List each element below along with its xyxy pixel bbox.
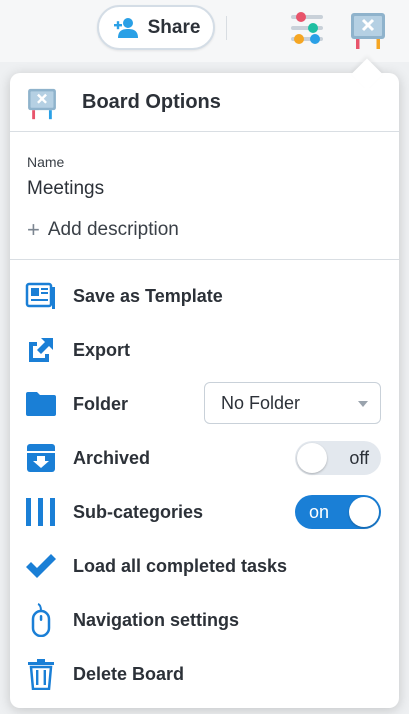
item-label: Folder [73,393,129,414]
archived-toggle[interactable]: off [295,441,381,475]
item-label: Export [73,339,131,360]
popover-header: Board Options [10,73,399,132]
trash-icon [24,657,58,691]
item-label: Archived [73,447,151,468]
folder-select-value: No Folder [221,392,301,413]
share-button[interactable]: Share [97,5,215,50]
easel-icon [28,88,56,120]
navigation-settings-item[interactable]: Navigation settings [10,598,399,642]
item-label: Save as Template [73,285,223,306]
toggle-state: on [309,501,330,522]
filters-button[interactable] [287,8,327,48]
folder-icon [24,387,58,421]
add-description-button[interactable]: + Add description [27,219,399,241]
board-options-button[interactable] [346,6,390,50]
item-label: Load all completed tasks [73,555,288,576]
folder-select[interactable]: No Folder [204,382,381,424]
subcategories-item: Sub-categories on [10,490,399,534]
toolbar-divider [226,16,227,40]
load-completed-tasks-item[interactable]: Load all completed tasks [10,544,399,588]
top-toolbar: Share [0,0,409,62]
chevron-down-icon [358,401,368,407]
columns-icon [24,495,58,529]
toggle-knob [349,497,379,527]
checkmark-icon [24,549,58,583]
archive-icon [24,441,58,475]
name-label: Name [27,154,65,170]
board-name-field[interactable]: Meetings [27,178,399,200]
export-item[interactable]: Export [10,328,399,372]
subcategories-toggle[interactable]: on [295,495,381,529]
sliders-icon [291,12,323,44]
plus-icon: + [27,217,40,242]
export-icon [24,333,58,367]
template-icon [24,279,58,313]
board-info-section: Name Meetings + Add description [10,132,399,260]
mouse-icon [24,603,58,637]
toggle-knob [297,443,327,473]
item-label: Delete Board [73,663,185,684]
folder-item: Folder No Folder [10,382,399,426]
share-label: Share [147,16,201,38]
item-label: Sub-categories [73,501,204,522]
archived-item: Archived off [10,436,399,480]
add-description-label: Add description [47,219,179,240]
easel-icon [351,13,385,49]
popover-title: Board Options [82,90,221,113]
item-label: Navigation settings [73,609,240,630]
save-as-template-item[interactable]: Save as Template [10,274,399,318]
board-options-popover: Board Options Name Meetings + Add descri… [10,73,399,708]
add-user-icon [112,17,140,39]
toggle-state: off [349,447,369,468]
delete-board-item[interactable]: Delete Board [10,652,399,696]
